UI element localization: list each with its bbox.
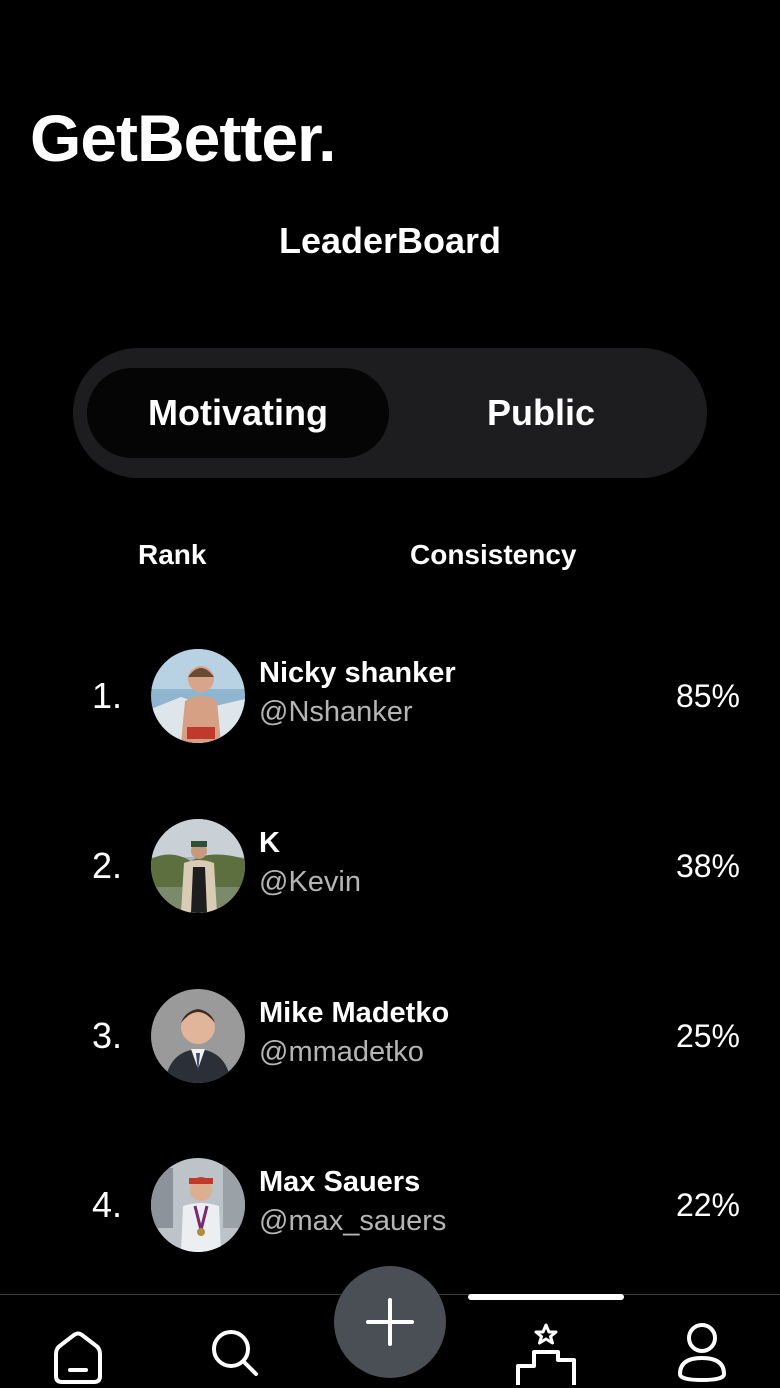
- rank-number: 3.: [91, 1015, 122, 1056]
- consistency-value: 85%: [675, 678, 740, 714]
- user-name: Nicky shanker: [259, 657, 456, 689]
- leaderboard-row[interactable]: 3. Mike Madetko @mmadetko 25%: [0, 986, 780, 1086]
- user-name: Max Sauers: [259, 1166, 421, 1198]
- segment-public[interactable]: Public: [389, 368, 693, 458]
- segment-motivating[interactable]: Motivating: [87, 368, 389, 458]
- user-handle: @max_sauers: [259, 1205, 447, 1237]
- avatar[interactable]: [151, 819, 245, 913]
- leaderboard-row[interactable]: 4. Max Sauers @max_sauers 22%: [0, 1155, 780, 1255]
- search-icon[interactable]: [208, 1326, 264, 1382]
- rank-number: 2.: [91, 845, 122, 886]
- home-icon[interactable]: [50, 1330, 106, 1386]
- user-handle: @Kevin: [259, 866, 361, 898]
- leaderboard-row[interactable]: 1. Nicky shanker @Nshanker 85%: [0, 646, 780, 746]
- rank-number: 1.: [91, 675, 122, 716]
- user-name: Mike Madetko: [259, 997, 450, 1029]
- avatar[interactable]: [151, 989, 245, 1083]
- profile-icon[interactable]: [674, 1322, 730, 1382]
- add-button[interactable]: [334, 1266, 446, 1378]
- plus-icon: [366, 1298, 414, 1346]
- user-name: K: [259, 827, 280, 859]
- consistency-value: 38%: [675, 848, 740, 884]
- consistency-value: 25%: [675, 1018, 740, 1054]
- column-header-rank: Rank: [138, 539, 207, 570]
- page-title: LeaderBoard: [278, 220, 502, 261]
- rank-number: 4.: [91, 1184, 122, 1225]
- app-brand: GetBetter.: [30, 101, 336, 175]
- avatar[interactable]: [151, 1158, 245, 1252]
- leaderboard-segment-control: Motivating Public: [73, 348, 707, 478]
- active-tab-indicator: [468, 1294, 624, 1300]
- leaderboard-row[interactable]: 2. K @Kevin 38%: [0, 816, 780, 916]
- user-handle: @mmadetko: [259, 1036, 424, 1068]
- user-handle: @Nshanker: [259, 696, 413, 728]
- leaderboard-icon[interactable]: [512, 1322, 580, 1387]
- column-header-consistency: Consistency: [410, 539, 577, 570]
- consistency-value: 22%: [675, 1187, 740, 1223]
- avatar[interactable]: [151, 649, 245, 743]
